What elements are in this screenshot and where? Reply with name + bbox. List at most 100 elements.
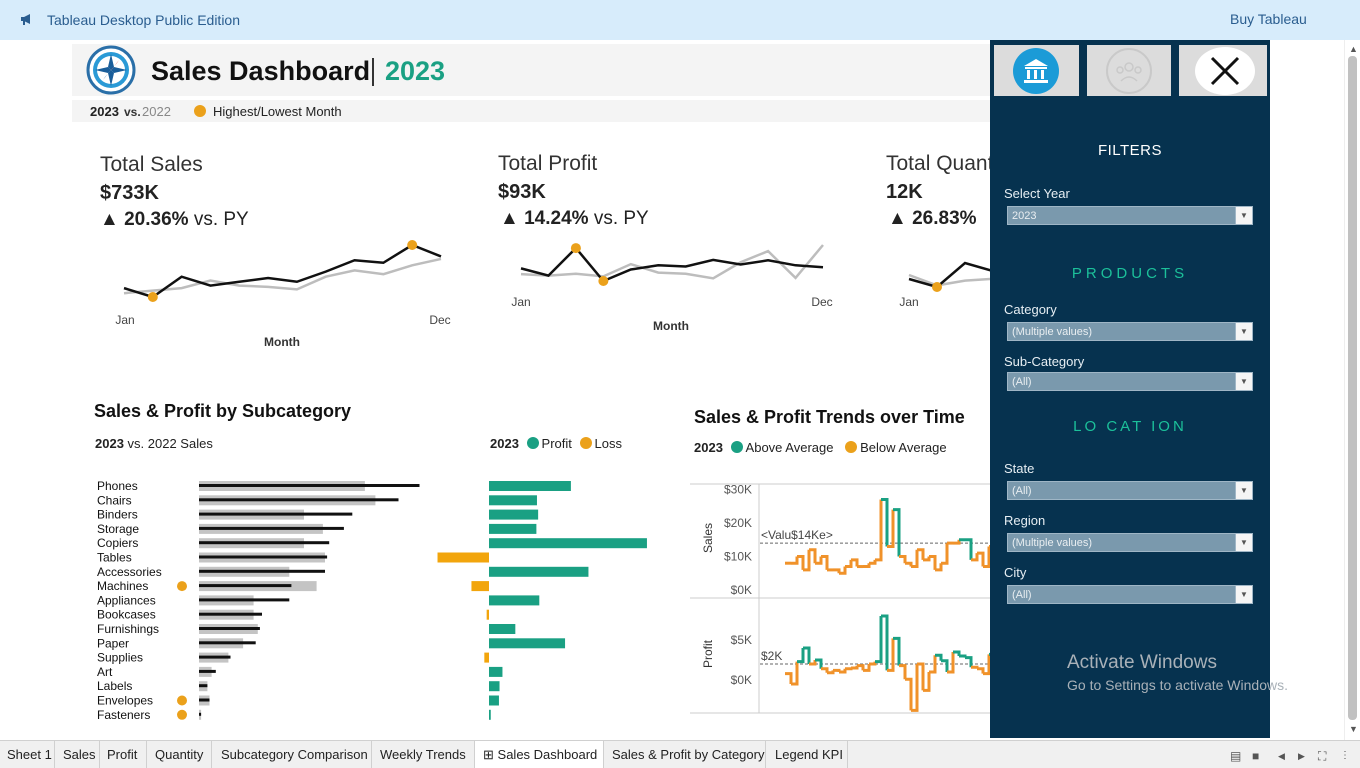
highlight-dot bbox=[177, 709, 187, 720]
sheet-tab-bar: Sheet 1 Sales Profit Quantity Subcategor… bbox=[0, 740, 1360, 768]
loss-dot-icon bbox=[579, 437, 592, 449]
profit-bar bbox=[489, 638, 566, 649]
region-dropdown[interactable]: (Multiple values) ▼ bbox=[1007, 533, 1253, 552]
show-filmstrip-icon[interactable]: ▤ bbox=[1230, 749, 1241, 763]
below-dot-icon bbox=[845, 441, 858, 453]
tab-legend-kpi[interactable]: Legend KPI bbox=[766, 741, 848, 768]
profit-step-segment bbox=[797, 648, 805, 664]
subcategory-label: Sub-Category bbox=[1004, 354, 1085, 369]
highlight-dot bbox=[177, 581, 187, 592]
bar-2023 bbox=[199, 598, 290, 602]
loss-bar bbox=[471, 581, 489, 592]
scroll-up-icon[interactable]: ▲ bbox=[1349, 44, 1358, 54]
category-label: Labels bbox=[97, 679, 132, 693]
bank-button[interactable] bbox=[994, 45, 1079, 96]
profit-step-segment bbox=[905, 677, 913, 711]
tab-sales[interactable]: Sales bbox=[55, 741, 100, 768]
x-axis-title: Month bbox=[264, 335, 300, 349]
profit-bar bbox=[489, 509, 539, 520]
scrollbar-thumb[interactable] bbox=[1348, 56, 1357, 720]
sales-step-segment bbox=[953, 539, 961, 545]
lowest-month-point bbox=[598, 276, 609, 286]
scroll-down-icon[interactable]: ▼ bbox=[1349, 724, 1358, 734]
bar-2023 bbox=[199, 484, 420, 487]
trends-section-title: Sales & Profit Trends over Time bbox=[694, 407, 965, 427]
category-label: Art bbox=[97, 665, 113, 679]
scroll-tabs-right-icon[interactable]: ▶ bbox=[1298, 751, 1305, 762]
legend-year: 2023 bbox=[490, 436, 519, 451]
legend-vs-text: vs. 2022 Sales bbox=[127, 436, 213, 451]
chevron-down-icon[interactable]: ▼ bbox=[1235, 586, 1252, 603]
tab-profit[interactable]: Profit bbox=[100, 741, 147, 768]
profit-step-segment bbox=[941, 659, 949, 672]
subcategory-value: (All) bbox=[1012, 376, 1032, 388]
chevron-down-icon[interactable]: ▼ bbox=[1235, 373, 1252, 390]
state-dropdown[interactable]: (All) ▼ bbox=[1007, 481, 1253, 500]
more-icon[interactable]: ⋮ bbox=[1340, 750, 1350, 761]
bar-2023 bbox=[199, 627, 260, 630]
bar-2023 bbox=[199, 612, 262, 616]
tab-sales-profit-by-category[interactable]: Sales & Profit by Category bbox=[604, 741, 766, 768]
tab-sales-dashboard[interactable]: ⊞ Sales Dashboard bbox=[475, 741, 604, 768]
vertical-scrollbar[interactable]: ▲ ▼ bbox=[1344, 40, 1360, 740]
category-label: Furnishings bbox=[97, 622, 159, 636]
kpi-profit-title: Total Profit bbox=[498, 152, 598, 175]
above-dot-icon bbox=[730, 441, 743, 453]
subcategory-bar-chart: PhonesChairsBindersStorageCopiersTablesA… bbox=[97, 479, 647, 722]
subcategory-dropdown[interactable]: (All) ▼ bbox=[1007, 372, 1253, 391]
kpi-profit-value: $93K bbox=[498, 181, 546, 203]
category-label: Category bbox=[1004, 302, 1057, 317]
kpi-sales-title: Total Sales bbox=[100, 153, 203, 176]
show-tabs-icon[interactable]: ■ bbox=[1252, 749, 1259, 763]
select-year-dropdown[interactable]: 2023 ▼ bbox=[1007, 206, 1253, 225]
profit-step-segment bbox=[851, 665, 859, 670]
category-label: Appliances bbox=[97, 593, 156, 607]
chevron-down-icon[interactable]: ▼ bbox=[1235, 534, 1252, 551]
people-group-icon bbox=[1106, 48, 1152, 94]
highest-month-point bbox=[407, 240, 418, 250]
close-panel-button[interactable] bbox=[1179, 45, 1267, 96]
kpi-sales-suffix: vs. PY bbox=[193, 209, 249, 230]
city-dropdown[interactable]: (All) ▼ bbox=[1007, 585, 1253, 604]
state-label: State bbox=[1004, 461, 1035, 476]
tab-quantity[interactable]: Quantity bbox=[147, 741, 212, 768]
chevron-down-icon[interactable]: ▼ bbox=[1235, 323, 1252, 340]
customers-button[interactable] bbox=[1087, 45, 1171, 96]
kpi-profit-change: ▲ 14.24% vs. PY bbox=[500, 208, 649, 230]
state-value: (All) bbox=[1012, 485, 1032, 497]
category-dropdown[interactable]: (Multiple values) ▼ bbox=[1007, 322, 1253, 341]
highest-month-point bbox=[570, 243, 581, 254]
category-label: Phones bbox=[97, 479, 138, 493]
megaphone-icon bbox=[20, 12, 36, 28]
fullscreen-icon[interactable]: ⛶ bbox=[1318, 749, 1326, 764]
sales-step-segment bbox=[941, 543, 949, 565]
legend-profit: Profit bbox=[541, 436, 572, 451]
profit-bar bbox=[489, 566, 589, 577]
chevron-down-icon[interactable]: ▼ bbox=[1235, 207, 1252, 224]
bar-2023 bbox=[199, 512, 353, 516]
highlight-dot-icon bbox=[194, 105, 206, 117]
kpi-profit-pct: 14.24% bbox=[524, 208, 589, 229]
tab-weekly-trends[interactable]: Weekly Trends bbox=[372, 741, 475, 768]
profit-step-segment bbox=[845, 667, 853, 671]
bar-2023 bbox=[199, 669, 216, 673]
category-label: Supplies bbox=[97, 651, 143, 665]
buy-tableau-link[interactable]: Buy Tableau bbox=[1230, 11, 1307, 27]
legend-vs: vs. bbox=[124, 105, 141, 119]
tab-sheet-1[interactable]: Sheet 1 bbox=[0, 741, 55, 768]
scroll-tabs-left-icon[interactable]: ◀ bbox=[1278, 751, 1285, 762]
x-axis-start-label: Jan bbox=[899, 295, 918, 309]
location-heading: LO CAT ION bbox=[1073, 418, 1187, 435]
bar-2023 bbox=[199, 698, 210, 702]
sales-tick-label: $30K bbox=[724, 483, 752, 497]
tab-subcategory-comparison[interactable]: Subcategory Comparison bbox=[212, 741, 372, 768]
chevron-down-icon[interactable]: ▼ bbox=[1235, 482, 1252, 499]
legend-highlight-label: Highest/Lowest Month bbox=[213, 104, 342, 119]
profit-bar bbox=[489, 481, 571, 491]
select-year-label: Select Year bbox=[1004, 186, 1070, 201]
category-label: Fasteners bbox=[97, 708, 150, 722]
category-label: Tables bbox=[97, 551, 132, 565]
sales-step-segment bbox=[833, 568, 841, 574]
kpi-sales-change: ▲ 20.36% vs. PY bbox=[100, 209, 249, 231]
sales-step-segment bbox=[905, 561, 913, 567]
